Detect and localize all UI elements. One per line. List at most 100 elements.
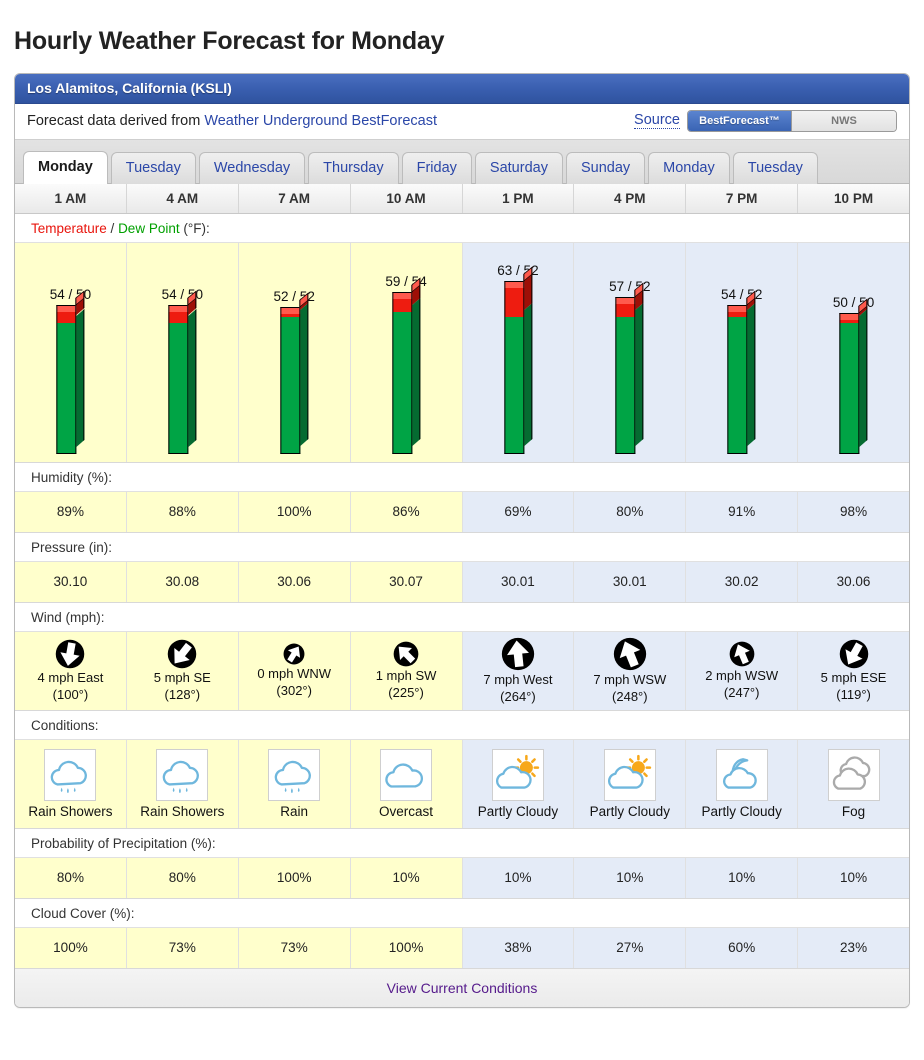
conditions-cell: Rain xyxy=(238,739,351,828)
cloud-cover-row: 100% 73% 73% 100% 38% 27% 60% 23% xyxy=(15,927,909,969)
rain-showers-icon xyxy=(51,760,88,793)
precipitation-cell: 80% xyxy=(15,857,127,898)
wind-arrow-icon xyxy=(729,641,755,667)
bar-value-label: 54 / 52 xyxy=(721,287,763,303)
cloud-cover-cell: 100% xyxy=(15,927,127,968)
tab-wednesday-2[interactable]: Wednesday xyxy=(198,151,306,184)
source-label[interactable]: Source xyxy=(634,112,680,130)
temperature-chart-cell: 59 / 54 xyxy=(350,242,463,462)
wind-speed-direction: 5 mph ESE xyxy=(820,670,887,686)
humidity-cell: 100% xyxy=(238,491,351,532)
bar-temperature-segment xyxy=(615,290,644,318)
panel-header: Los Alamitos, California (KSLI) xyxy=(15,73,909,104)
wind-degrees: (247°) xyxy=(723,684,760,700)
wind-section-label: Wind (mph): xyxy=(15,602,909,632)
condition-text: Partly Cloudy xyxy=(701,803,782,819)
bar-temperature-segment xyxy=(503,274,532,318)
wind-cell: 5 mph ESE (119°) xyxy=(798,631,909,710)
humidity-cell: 69% xyxy=(462,491,575,532)
pressure-cell: 30.01 xyxy=(462,561,575,602)
bar-temperature-segment xyxy=(56,298,85,323)
temperature-dewpoint-bar xyxy=(392,277,421,454)
tab-sunday-6[interactable]: Sunday xyxy=(565,151,646,184)
wind-degrees: (248°) xyxy=(612,688,648,704)
source-option-bestforecast[interactable]: BestForecast™ xyxy=(688,111,792,131)
tab-saturday-5[interactable]: Saturday xyxy=(474,151,563,184)
precipitation-cell: 100% xyxy=(238,857,351,898)
pressure-cell: 30.02 xyxy=(686,561,799,602)
time-header-cell: 1 AM xyxy=(15,183,127,213)
bar-dewpoint-segment xyxy=(280,303,309,454)
bar-dewpoint-segment xyxy=(503,303,532,454)
bar-top-face xyxy=(503,266,532,289)
tab-monday-0[interactable]: Monday xyxy=(23,150,108,184)
precipitation-section-label: Probability of Precipitation (%): xyxy=(15,828,909,858)
time-header-cell: 10 AM xyxy=(351,183,463,213)
bar-top-face xyxy=(839,297,868,320)
humidity-cell: 88% xyxy=(126,491,239,532)
pressure-cell: 30.07 xyxy=(350,561,463,602)
condition-icon-box xyxy=(268,748,321,801)
cloud-cover-cell: 60% xyxy=(686,927,799,968)
bar-dewpoint-segment xyxy=(168,308,197,454)
source-segmented-control[interactable]: BestForecast™ NWS xyxy=(687,110,897,132)
bar-top-face xyxy=(615,282,644,305)
tab-tuesday-1[interactable]: Tuesday xyxy=(110,151,196,184)
hourly-forecast-page: Hourly Weather Forecast for Monday Los A… xyxy=(0,0,924,1060)
condition-icon-box xyxy=(603,748,656,801)
source-option-nws[interactable]: NWS xyxy=(792,111,896,131)
view-current-conditions-link[interactable]: View Current Conditions xyxy=(387,980,538,996)
panel-footer: View Current Conditions xyxy=(15,968,909,1007)
day-tabs[interactable]: Monday Tuesday Wednesday Thursday Friday Satu… xyxy=(15,139,909,184)
humidity-row: 89% 88% 100% 86% 69% 80% 91% 98% xyxy=(15,491,909,533)
tab-friday-4[interactable]: Friday xyxy=(401,151,472,184)
pressure-cell: 30.06 xyxy=(238,561,351,602)
condition-text: Partly Cloudy xyxy=(477,803,559,819)
time-header-cell: 4 AM xyxy=(127,183,239,213)
wind-degrees: (100°) xyxy=(52,686,89,702)
time-header-cell: 10 PM xyxy=(834,190,874,206)
temperature-chart-row: 54 / 50 54 / 50 52 / 52 59 / 54 63 / 52 57 / … xyxy=(15,242,909,463)
time-header-cell: 7 PM xyxy=(686,183,799,213)
temperature-dewpoint-bar xyxy=(615,282,644,454)
wind-cell: 0 mph WNW (302°) xyxy=(238,631,351,710)
condition-text: Fog xyxy=(841,803,866,819)
wind-speed-direction: 7 mph West xyxy=(483,672,553,688)
condition-icon-box xyxy=(156,748,209,801)
tab-monday-7[interactable]: Monday xyxy=(648,151,730,184)
wind-arrow-icon xyxy=(393,641,419,667)
cloud-cover-cell: 23% xyxy=(798,927,909,968)
temperature-dewpoint-bar xyxy=(280,292,309,454)
wind-cell: 1 mph SW (225°) xyxy=(350,631,463,710)
temperature-dewpoint-bar xyxy=(503,266,532,454)
temperature-unit: (°F): xyxy=(179,220,210,236)
precipitation-cell: 10% xyxy=(574,857,687,898)
pressure-cell: 30.08 xyxy=(126,561,239,602)
bar-top-face xyxy=(392,277,421,299)
pressure-cell: 30.10 xyxy=(15,561,127,602)
conditions-cell: Rain Showers xyxy=(15,739,127,828)
partly-cloudy-night-icon xyxy=(722,757,757,789)
bar-dewpoint-segment xyxy=(839,308,868,454)
wind-degrees: (119°) xyxy=(836,686,871,702)
wind-speed-direction: 5 mph SE xyxy=(153,670,211,686)
cloud-cover-cell: 38% xyxy=(462,927,575,968)
source-prefix: Forecast data derived from xyxy=(27,113,205,129)
bar-value-label: 52 / 52 xyxy=(273,289,315,305)
bar-dewpoint-segment xyxy=(392,298,421,454)
humidity-cell: 86% xyxy=(350,491,463,532)
wind-degrees: (225°) xyxy=(388,684,424,700)
bar-value-label: 59 / 54 xyxy=(385,273,427,289)
temperature-separator: / xyxy=(106,220,119,236)
wind-speed-direction: 4 mph East xyxy=(37,670,104,686)
tab-tuesday-8[interactable]: Tuesday xyxy=(732,151,818,184)
cloud-cover-section-label: Cloud Cover (%): xyxy=(15,898,909,928)
bar-value-label: 50 / 50 xyxy=(832,294,875,310)
precipitation-cell: 10% xyxy=(686,857,799,898)
tab-thursday-3[interactable]: Thursday xyxy=(308,151,399,184)
condition-icon-box xyxy=(491,748,544,801)
best-forecast-link[interactable]: Weather Underground BestForecast xyxy=(204,113,437,129)
rain-showers-icon xyxy=(163,760,200,793)
time-header-cell: 4 PM xyxy=(574,183,687,213)
precipitation-cell: 10% xyxy=(798,857,909,898)
